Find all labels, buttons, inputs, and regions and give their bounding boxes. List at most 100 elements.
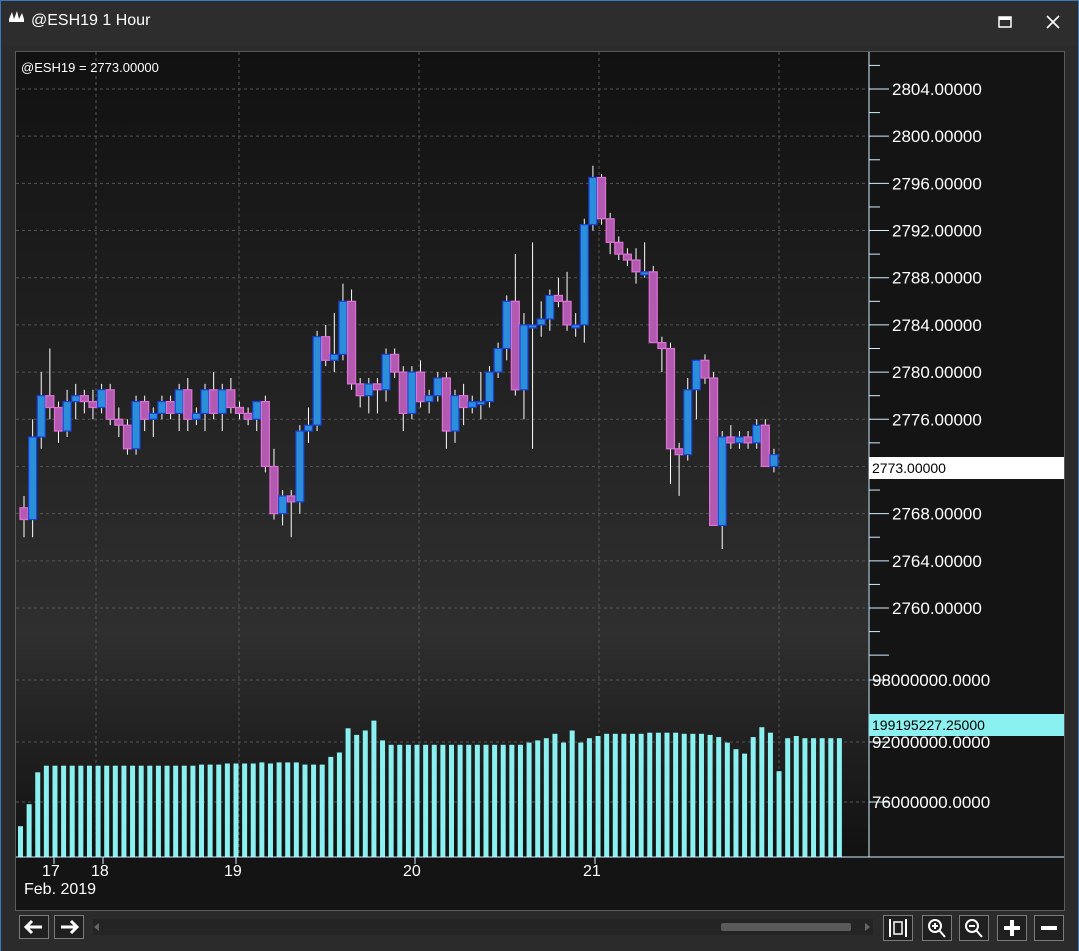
app-icon — [9, 11, 24, 22]
candle-down — [760, 424, 770, 468]
candle-up — [571, 324, 581, 329]
volume-bar — [552, 733, 558, 857]
scroll-back-button[interactable] — [19, 915, 49, 939]
volume-bar — [267, 763, 273, 857]
candle-down — [260, 400, 270, 468]
candle-up — [278, 495, 288, 515]
volume-bar — [216, 764, 222, 857]
candle-up — [467, 400, 477, 409]
candle-up — [303, 424, 314, 432]
volume-bar — [569, 730, 575, 857]
minus-icon — [1041, 926, 1057, 930]
volume-bar — [724, 742, 730, 857]
candle-up — [338, 300, 348, 355]
volume-bar — [112, 765, 118, 857]
volume-bar — [311, 764, 317, 857]
volume-bar — [35, 772, 41, 857]
volume-bar — [242, 763, 248, 857]
volume-bar — [785, 738, 791, 857]
candle-up — [191, 412, 201, 420]
volume-bar — [190, 765, 196, 857]
chart-area[interactable]: 2804.00000 2800.00000 2796.00000 2792.00000… — [15, 51, 1065, 911]
volume-bar — [78, 765, 84, 857]
candle-up — [71, 395, 81, 403]
candle-up — [252, 400, 262, 420]
volume-bar — [293, 762, 299, 857]
add-button[interactable] — [997, 915, 1027, 941]
x-axis-month-label: Feb. 2019 — [24, 881, 96, 898]
zoom-in-button[interactable] — [922, 915, 952, 941]
candle-up — [433, 377, 443, 397]
volume-bar — [578, 742, 584, 857]
volume-bar — [285, 762, 291, 857]
y-tick-label: 2792.00000 — [892, 222, 982, 241]
candle-down — [743, 436, 753, 444]
candle-down — [226, 389, 236, 409]
volume-bar — [431, 744, 437, 857]
volume-bar — [380, 740, 386, 857]
volume-bar — [345, 728, 351, 857]
candle-down — [140, 400, 150, 420]
price-chart: 2804.00000 2800.00000 2796.00000 2792.00000… — [16, 52, 1064, 898]
title-bar: @ESH19 1 Hour — [1, 1, 1078, 45]
candle-down — [726, 436, 736, 444]
volume-bar — [716, 737, 722, 857]
candle-down — [459, 395, 469, 409]
candle-up — [28, 436, 38, 521]
volume-bar — [69, 765, 75, 857]
y-tick-label: 2804.00000 — [892, 80, 982, 99]
volume-bar — [302, 764, 308, 857]
bottom-toolbar — [1, 913, 1078, 951]
volume-bar — [604, 733, 610, 857]
price-axis: 2804.00000 2800.00000 2796.00000 2792.00000… — [869, 64, 982, 656]
scrollbar-thumb[interactable] — [721, 923, 851, 931]
close-button[interactable] — [1039, 9, 1067, 35]
volume-bar — [104, 765, 110, 857]
volume-bar — [233, 763, 239, 857]
scroll-left-icon — [94, 923, 99, 931]
volume-bar — [52, 765, 58, 857]
volume-bar — [130, 765, 136, 857]
maximize-button[interactable] — [991, 9, 1019, 35]
candle-up — [381, 353, 391, 391]
candle-up — [450, 395, 460, 432]
volume-bar — [535, 740, 541, 857]
candle-down — [355, 383, 365, 397]
candle-up — [640, 271, 650, 276]
volume-bar — [750, 737, 756, 857]
plus-icon — [1004, 920, 1020, 936]
volume-bar — [759, 727, 765, 857]
volume-tick-label: 98000000.0000 — [872, 671, 990, 690]
volume-bar — [440, 744, 446, 857]
scroll-forward-button[interactable] — [54, 915, 84, 939]
volume-bar — [397, 744, 403, 857]
candle-down — [648, 271, 658, 344]
volume-bar — [95, 765, 101, 857]
bar-spacing-button[interactable] — [883, 915, 913, 941]
volume-bar — [595, 736, 601, 857]
volume-bar — [733, 749, 739, 857]
horizontal-scrollbar[interactable] — [93, 919, 873, 935]
remove-button[interactable] — [1034, 915, 1064, 941]
volume-bar — [423, 744, 429, 857]
candle-up — [476, 400, 486, 406]
plot-background — [16, 52, 868, 857]
candle-up — [493, 347, 503, 373]
volume-bar — [828, 738, 834, 857]
last-price-label: 2773.00000 — [872, 460, 946, 476]
volume-bar — [388, 744, 394, 857]
zoom-out-button[interactable] — [959, 915, 989, 941]
volume-bar — [371, 720, 377, 857]
volume-bar — [354, 734, 360, 857]
volume-bar — [673, 732, 679, 857]
candle-up — [157, 400, 167, 414]
y-tick-label: 2796.00000 — [892, 174, 982, 193]
candle-up — [502, 300, 512, 350]
candle-up — [62, 400, 72, 432]
y-tick-label: 2764.00000 — [892, 552, 982, 571]
candle-down — [441, 377, 451, 432]
candle-up — [519, 324, 529, 391]
x-tick-label: 20 — [403, 863, 421, 880]
volume-bar — [526, 742, 532, 857]
volume-bar — [767, 732, 773, 857]
